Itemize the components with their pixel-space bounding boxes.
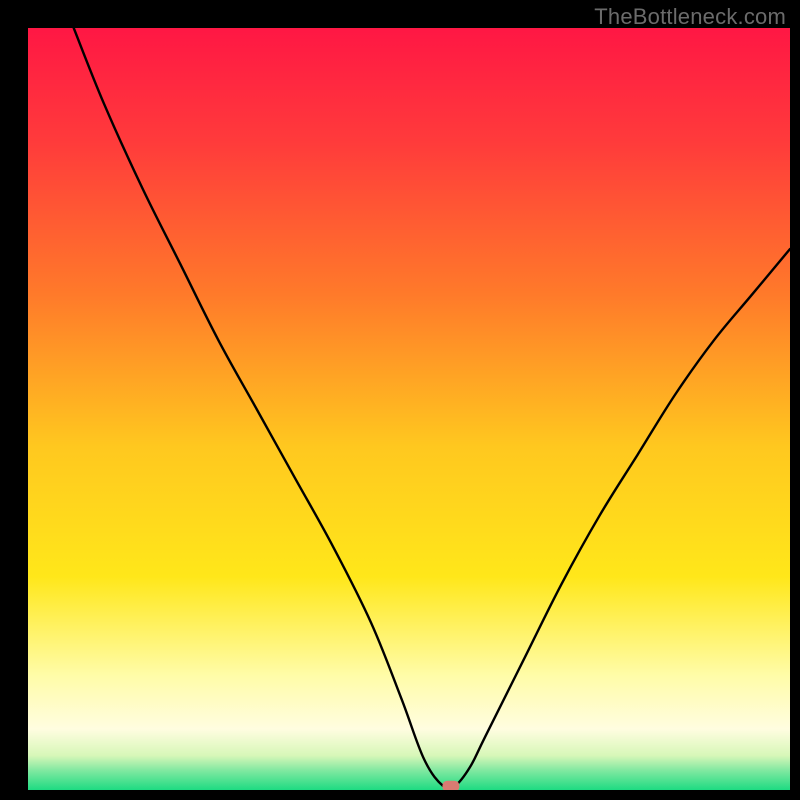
bottleneck-chart <box>28 28 790 790</box>
chart-frame: TheBottleneck.com <box>0 0 800 800</box>
plot-area <box>28 28 790 790</box>
optimal-point-marker <box>442 781 459 790</box>
watermark-text: TheBottleneck.com <box>594 4 786 30</box>
gradient-background <box>28 28 790 790</box>
